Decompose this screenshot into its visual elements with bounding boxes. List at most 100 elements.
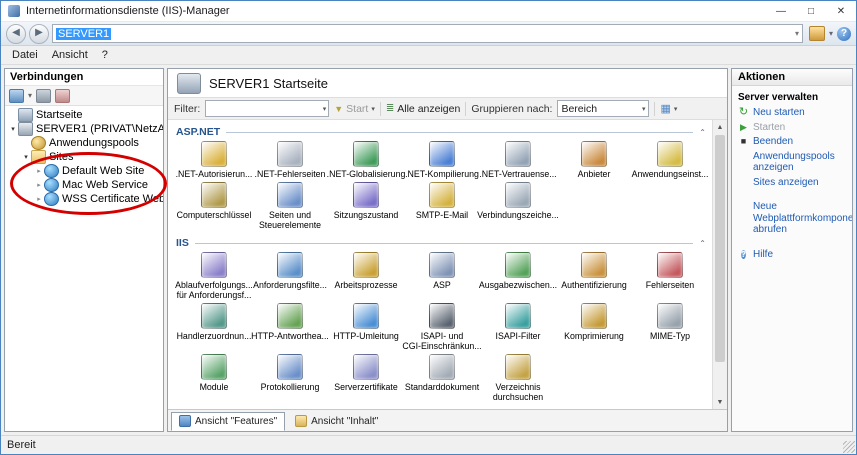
feature-label: Arbeitsprozesse	[325, 280, 407, 290]
feature-item[interactable]: MIME-Typ	[632, 303, 708, 351]
tree-expander-icon[interactable]: ▸	[34, 195, 44, 203]
chevron-down-icon: ▾	[674, 105, 678, 113]
menu-item-datei[interactable]: Datei	[5, 48, 45, 62]
forward-icon[interactable]: ▶	[29, 24, 49, 44]
action-item[interactable]: ?Hilfe	[738, 249, 846, 261]
feature-item[interactable]: .NET-Kompilierung	[404, 141, 480, 179]
feature-item[interactable]: Computerschlüssel	[176, 182, 252, 230]
action-item[interactable]: ■Beenden	[738, 136, 846, 148]
feature-item[interactable]: Anwendungseinst...	[632, 141, 708, 179]
address-value: SERVER1	[56, 28, 111, 40]
group-by-label: Gruppieren nach:	[471, 103, 552, 115]
close-button[interactable]: ✕	[826, 1, 856, 21]
feature-item[interactable]: SMTP-E-Mail	[404, 182, 480, 230]
feature-item[interactable]: Authentifizierung	[556, 252, 632, 300]
home-icon	[18, 108, 33, 122]
toolbar-dropdown-icon[interactable]: ▾	[829, 29, 833, 38]
save-connection-icon[interactable]	[36, 89, 51, 103]
feature-item[interactable]: Standarddokument	[404, 354, 480, 402]
tree-node[interactable]: ▸WSS Certificate Web Service	[5, 192, 163, 206]
feature-item[interactable]: Anforderungsfilte...	[252, 252, 328, 300]
minimize-button[interactable]: —	[766, 1, 796, 21]
feature-item[interactable]: Fehlerseiten	[632, 252, 708, 300]
help-icon[interactable]: ?	[837, 27, 851, 41]
actions-body: Server verwalten↻Neu starten▶Starten■Bee…	[732, 86, 852, 263]
connection-dropdown-icon[interactable]: ▾	[28, 91, 32, 100]
view-style-button[interactable]: ▦ ▾	[660, 102, 677, 115]
collapse-section-icon[interactable]: ⌃	[699, 128, 708, 137]
feature-label: Serverzertifikate	[325, 382, 407, 392]
feature-item[interactable]: Handlerzuordnun...	[176, 303, 252, 351]
back-icon[interactable]: ◀	[6, 24, 26, 44]
webpi-toolbar-icon[interactable]	[809, 26, 825, 41]
feature-item[interactable]: Module	[176, 354, 252, 402]
action-item[interactable]: Anwendungspools anzeigen	[738, 151, 846, 174]
feature-item[interactable]: Protokollierung	[252, 354, 328, 402]
feature-item[interactable]: Verzeichnis durchsuchen	[480, 354, 556, 402]
section-header: ASP.NET⌃	[176, 126, 708, 138]
menu-item-?[interactable]: ?	[95, 48, 115, 62]
feature-item[interactable]: Anbieter	[556, 141, 632, 179]
filter-dropdown-icon[interactable]: ▾	[323, 105, 327, 113]
grid-view-icon: ▦	[660, 102, 670, 115]
feature-item[interactable]: ASP	[404, 252, 480, 300]
feature-item[interactable]: ISAPI-Filter	[480, 303, 556, 351]
feature-item[interactable]: HTTP-Umleitung	[328, 303, 404, 351]
feature-item[interactable]: .NET-Autorisierun...	[176, 141, 252, 179]
tab-features-view[interactable]: Ansicht "Features"	[171, 412, 285, 431]
feature-item[interactable]: Komprimierung	[556, 303, 632, 351]
feature-item[interactable]: Verbindungszeiche...	[480, 182, 556, 230]
maximize-button[interactable]: □	[796, 1, 826, 21]
tab-content-view[interactable]: Ansicht "Inhalt"	[287, 412, 386, 431]
site-icon	[44, 178, 59, 192]
actions-panel: Aktionen Server verwalten↻Neu starten▶St…	[731, 68, 853, 432]
feature-item[interactable]: Seiten und Steuerelemente	[252, 182, 328, 230]
content-view-icon	[295, 415, 307, 427]
action-item[interactable]: ↻Neu starten	[738, 107, 846, 119]
feature-item[interactable]: Serverzertifikate	[328, 354, 404, 402]
failed-request-tracing-icon	[201, 252, 227, 278]
filter-start-button[interactable]: ▼ Start ▾	[334, 103, 375, 115]
create-connection-icon[interactable]	[9, 89, 24, 103]
feature-label: Handlerzuordnun...	[173, 331, 255, 341]
address-bar: ◀ ▶ SERVER1 ▾ ▾ ?	[1, 21, 856, 46]
feature-item[interactable]: Sitzungszustand	[328, 182, 404, 230]
tree-node[interactable]: ▸ Mac Web Service	[5, 178, 163, 192]
scrollbar-thumb[interactable]	[715, 135, 725, 362]
action-item[interactable]: Sites anzeigen	[738, 177, 846, 189]
tree-expander-icon[interactable]: ▾	[8, 125, 18, 133]
tree-expander-icon[interactable]: ▸	[34, 181, 44, 189]
feature-item[interactable]: .NET-Fehlerseiten	[252, 141, 328, 179]
feature-item[interactable]: Arbeitsprozesse	[328, 252, 404, 300]
address-field[interactable]: SERVER1 ▾	[52, 24, 803, 43]
menu-item-ansicht[interactable]: Ansicht	[45, 48, 95, 62]
delete-connection-icon[interactable]	[55, 89, 70, 103]
tree-expander-icon[interactable]: ▾	[21, 153, 31, 161]
action-label: Starten	[753, 122, 785, 134]
tree-node[interactable]: ▾Sites	[5, 150, 163, 164]
scroll-down-icon[interactable]: ▼	[713, 395, 727, 409]
feature-item[interactable]: ISAPI- und CGI-Einschränkun...	[404, 303, 480, 351]
output-caching-icon	[505, 252, 531, 278]
scroll-up-icon[interactable]: ▲	[713, 120, 727, 134]
group-by-select[interactable]: Bereich ▾	[557, 100, 649, 117]
tree-expander-icon[interactable]: ▸	[34, 167, 44, 175]
collapse-section-icon[interactable]: ⌃	[699, 239, 708, 248]
tree-node[interactable]: ▾SERVER1 (PRIVAT\NetzAdmin)	[5, 122, 163, 136]
feature-item[interactable]: .NET-Globalisierung	[328, 141, 404, 179]
tree-node-label: Mac Web Service	[62, 179, 148, 191]
resize-grip-icon[interactable]	[843, 441, 855, 453]
feature-item[interactable]: .NET-Vertrauense...	[480, 141, 556, 179]
feature-item[interactable]: Ablaufverfolgungs... für Anforderungsf..…	[176, 252, 252, 300]
tree-node[interactable]: ▸Default Web Site	[5, 164, 163, 178]
vertical-scrollbar[interactable]: ▲ ▼	[712, 120, 727, 409]
address-dropdown-icon[interactable]: ▾	[795, 29, 799, 38]
filter-input[interactable]: ▾	[205, 100, 329, 117]
feature-item[interactable]: Ausgabezwischen...	[480, 252, 556, 300]
feature-item[interactable]: HTTP-Antworthea...	[252, 303, 328, 351]
action-item[interactable]: Neue Webplattformkomponenten abrufen	[738, 201, 846, 236]
show-all-button[interactable]: ≣ Alle anzeigen	[386, 103, 460, 115]
tree-node[interactable]: Startseite	[5, 108, 163, 122]
restart-icon: ↻	[738, 107, 749, 118]
tree-node[interactable]: Anwendungspools	[5, 136, 163, 150]
